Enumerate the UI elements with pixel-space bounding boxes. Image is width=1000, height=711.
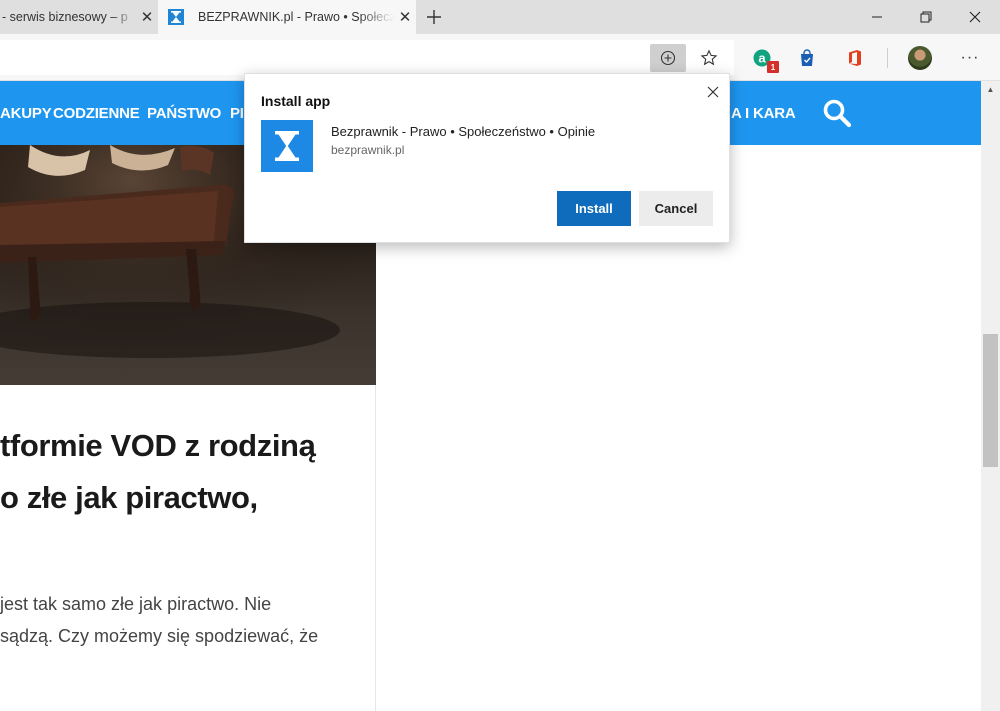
tab-title: - serwis biznesowy – p — [2, 10, 128, 24]
dialog-title: Install app — [261, 93, 331, 109]
page-scrollbar[interactable]: ▲ — [981, 81, 1000, 711]
add-app-icon — [660, 50, 676, 66]
close-icon — [707, 86, 719, 98]
shopping-bag-icon — [801, 49, 813, 66]
bezprawnik-favicon-icon — [168, 9, 184, 25]
install-button[interactable]: Install — [557, 191, 631, 226]
close-icon — [969, 11, 981, 23]
install-app-dialog: Install app Bezprawnik - Prawo • Społecz… — [244, 73, 730, 243]
scrollbar-thumb[interactable] — [983, 334, 998, 467]
headline-line: o złe jak piractwo, — [0, 480, 258, 515]
profile-button[interactable] — [901, 43, 939, 73]
lead-line: sądzą. Czy możemy się spodziewać, że — [0, 626, 319, 646]
app-icon — [261, 120, 313, 172]
hourglass-icon — [275, 131, 299, 161]
favorite-star-icon — [700, 49, 718, 66]
headline-line: tformie VOD z rodziną — [0, 428, 316, 463]
new-tab-button[interactable] — [420, 3, 448, 31]
lead-line: jest tak samo złe jak piractwo. Nie — [0, 594, 272, 614]
tab-bezprawnik[interactable]: BEZPRAWNIK.pl - Prawo • Społeczeństwo • … — [158, 0, 416, 34]
office-button[interactable] — [836, 43, 874, 73]
nav-item-panstwo[interactable]: PAŃSTWO — [147, 105, 221, 122]
scroll-up-icon[interactable]: ▲ — [981, 81, 1000, 98]
minimize-button[interactable] — [852, 0, 902, 34]
more-menu-button[interactable]: ··· — [951, 43, 989, 73]
tab-bar: - serwis biznesowy – p ✕ BEZPRAWNIK.pl -… — [0, 0, 1000, 34]
favorite-button[interactable] — [690, 43, 728, 73]
article-headline[interactable]: tformie VOD z rodziną o złe jak piractwo… — [0, 420, 376, 524]
plus-icon — [427, 10, 441, 24]
window-close-button[interactable] — [950, 0, 1000, 34]
svg-text:a: a — [758, 51, 766, 66]
search-icon[interactable] — [822, 98, 852, 128]
app-url: bezprawnik.pl — [331, 143, 405, 157]
profile-avatar — [908, 46, 932, 70]
article-lead: jest tak samo złe jak piractwo. Nie sądz… — [0, 588, 376, 652]
restore-icon — [920, 11, 932, 23]
close-icon[interactable]: ✕ — [136, 8, 158, 26]
shopping-button[interactable] — [788, 43, 826, 73]
extension-badge: 1 — [767, 61, 779, 73]
app-name: Bezprawnik - Prawo • Społeczeństwo • Opi… — [331, 124, 596, 139]
nav-item-zakupy[interactable]: AKUPY — [0, 105, 52, 122]
tab-title: BEZPRAWNIK.pl - Prawo • Społeczeństwo • … — [198, 10, 394, 24]
dialog-close-button[interactable] — [703, 82, 723, 102]
add-app-button[interactable] — [650, 44, 686, 72]
cancel-button[interactable]: Cancel — [639, 191, 713, 226]
nav-item-kara[interactable]: A I KARA — [731, 105, 796, 122]
restore-button[interactable] — [901, 0, 951, 34]
office-icon — [849, 50, 861, 66]
toolbar-divider — [887, 48, 888, 68]
address-bar[interactable] — [0, 40, 734, 75]
minimize-icon — [872, 16, 882, 18]
tab-serwis-biznesowy[interactable]: - serwis biznesowy – p ✕ — [0, 0, 158, 34]
close-icon[interactable]: ✕ — [394, 8, 416, 26]
nav-item-codzienne[interactable]: CODZIENNE — [53, 105, 140, 122]
extension-button[interactable]: a 1 — [743, 43, 781, 73]
nav-item-pi[interactable]: PI — [230, 105, 244, 122]
